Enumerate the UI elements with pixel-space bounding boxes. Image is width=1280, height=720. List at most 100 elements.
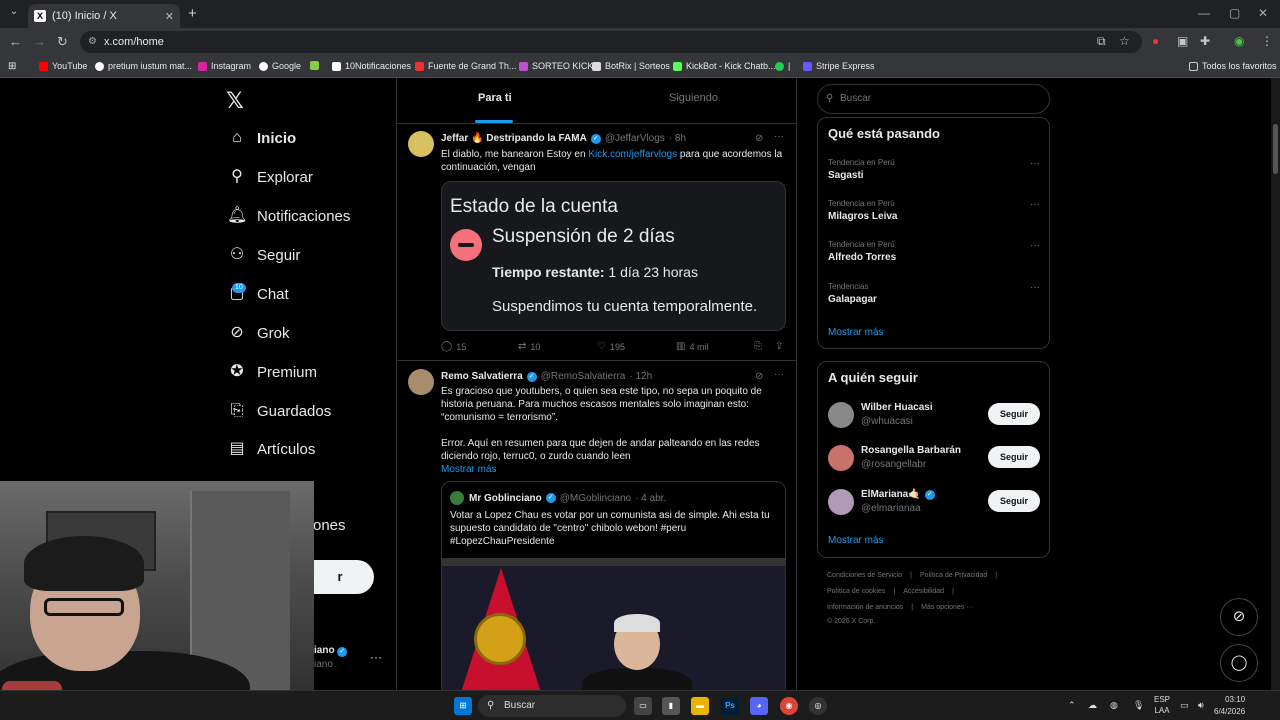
- page-scrollbar[interactable]: [1271, 78, 1280, 690]
- footer-more-options[interactable]: Más opciones ···: [921, 604, 973, 611]
- follow-name[interactable]: Rosangella Barbarán: [861, 445, 961, 456]
- chrome-icon[interactable]: ◉: [780, 697, 798, 715]
- close-window-icon[interactable]: ✕: [1258, 6, 1268, 20]
- nav-home[interactable]: ⌂ Inicio: [227, 128, 296, 148]
- trend-more-icon[interactable]: ···: [1030, 158, 1040, 169]
- footer-cookies[interactable]: Política de cookies: [827, 588, 885, 595]
- post-author-handle[interactable]: @RemoSalvatierra: [541, 371, 626, 382]
- forward-icon[interactable]: →: [33, 34, 46, 49]
- post-image-suspension[interactable]: Estado de la cuenta Suspensión de 2 días…: [441, 181, 786, 331]
- follow-suggestion[interactable]: ElMariana🤙🏻 ✓ @elmarianaa Seguir: [828, 487, 1040, 517]
- bookmark-botrix[interactable]: BotRix | Sorteos: [592, 61, 670, 71]
- apps-grid-icon[interactable]: ⊞: [8, 61, 16, 72]
- reload-icon[interactable]: ↻: [57, 34, 68, 50]
- extension-icon[interactable]: ▣: [1177, 34, 1188, 48]
- nav-grok[interactable]: ⊘ Grok: [227, 323, 289, 343]
- post-remo[interactable]: Remo Salvatierra ✓ @RemoSalvatierra · 12…: [397, 361, 796, 690]
- app-icon[interactable]: ▮: [662, 697, 680, 715]
- tray-chevron-icon[interactable]: ⌃: [1068, 700, 1076, 711]
- quote-avatar[interactable]: [450, 491, 464, 505]
- kick-link[interactable]: Kick.com/jeffarvlogs: [588, 149, 677, 160]
- post-more-icon[interactable]: ···: [774, 369, 784, 380]
- extensions-puzzle-icon[interactable]: ✚: [1200, 34, 1210, 48]
- bookmark-pretium[interactable]: pretium iustum mat...: [95, 61, 192, 71]
- trend-more-icon[interactable]: ···: [1030, 199, 1040, 210]
- bookmark-google[interactable]: Google: [259, 61, 301, 71]
- footer-privacy[interactable]: Política de Privacidad: [920, 572, 987, 579]
- bookmark-fuente[interactable]: Fuente de Grand Th...: [415, 61, 516, 71]
- tray-app-icon[interactable]: ◍: [1110, 700, 1118, 711]
- trend-item[interactable]: Tendencia en Perú Sagasti ···: [828, 158, 1040, 181]
- account-name[interactable]: iano ✓: [314, 645, 351, 657]
- trend-item[interactable]: Tendencias Galapagar ···: [828, 282, 1040, 305]
- bookmark-instagram[interactable]: Instagram: [198, 61, 251, 71]
- bookmark-youtube[interactable]: YouTube: [39, 61, 87, 71]
- follow-suggestion[interactable]: Rosangella Barbarán @rosangellabr Seguir: [828, 443, 1040, 473]
- nav-notifications[interactable]: 🔔︎ Notificaciones: [227, 206, 350, 226]
- grok-fab-icon[interactable]: ⊘: [1220, 598, 1258, 636]
- quote-author-name[interactable]: Mr Goblinciano: [469, 493, 542, 504]
- avatar[interactable]: [828, 445, 854, 471]
- task-view-icon[interactable]: ▭: [634, 697, 652, 715]
- reply-button[interactable]: ◯ 15: [441, 341, 466, 352]
- x-logo-icon[interactable]: 𝕏: [226, 88, 244, 114]
- scrollbar-thumb[interactable]: [1273, 124, 1278, 174]
- footer-ads-info[interactable]: Información de anuncios: [827, 604, 903, 611]
- trend-more-icon[interactable]: ···: [1030, 240, 1040, 251]
- trend-more-icon[interactable]: ···: [1030, 282, 1040, 293]
- quote-video[interactable]: [442, 558, 785, 690]
- nav-follow[interactable]: ⚇ Seguir: [227, 245, 301, 265]
- post-more-icon[interactable]: ···: [774, 131, 784, 142]
- discord-icon[interactable]: ◕: [750, 697, 768, 715]
- avatar[interactable]: [828, 489, 854, 515]
- footer-accessibility[interactable]: Accesibilidad: [903, 588, 944, 595]
- grok-post-icon[interactable]: ⊘: [755, 371, 763, 382]
- photoshop-icon[interactable]: Ps: [721, 697, 739, 715]
- trends-show-more[interactable]: Mostrar más: [828, 327, 884, 338]
- follow-button[interactable]: Seguir: [988, 403, 1040, 425]
- extension-red-icon[interactable]: ●: [1152, 34, 1159, 48]
- bookmark-star-icon[interactable]: ☆: [1119, 34, 1130, 48]
- tray-mic-icon[interactable]: 🎙︎: [1133, 700, 1144, 711]
- new-tab-icon[interactable]: +: [188, 5, 197, 22]
- back-icon[interactable]: ←: [9, 34, 22, 49]
- all-bookmarks[interactable]: Todos los favoritos: [1189, 61, 1277, 71]
- account-more-icon[interactable]: ···: [370, 650, 382, 664]
- quoted-post[interactable]: Mr Goblinciano ✓ @MGoblinciano · 4 abr. …: [441, 481, 786, 690]
- bookmark-stripe[interactable]: Stripe Express: [803, 61, 875, 71]
- footer-terms[interactable]: Condiciones de Servicio: [827, 572, 902, 579]
- tab-search-icon[interactable]: ⌄: [6, 6, 22, 22]
- bookmark-kickbot[interactable]: KickBot - Kick Chatb...: [673, 61, 776, 71]
- clock[interactable]: 03:10 6/4/2026: [1214, 694, 1245, 718]
- nav-bookmarks[interactable]: ⎘ Guardados: [227, 401, 332, 421]
- avatar[interactable]: [408, 369, 434, 395]
- nav-explore[interactable]: ⚲ Explorar: [227, 167, 313, 187]
- address-bar[interactable]: ⚙ x.com/home: [80, 31, 1142, 53]
- network-icon[interactable]: ▭: [1180, 700, 1189, 711]
- follow-name[interactable]: ElMariana🤙🏻 ✓: [861, 489, 939, 500]
- follow-show-more[interactable]: Mostrar más: [828, 535, 884, 546]
- browser-menu-icon[interactable]: ⋮: [1261, 34, 1273, 48]
- post-author-name[interactable]: Remo Salvatierra: [441, 371, 523, 382]
- bookmark-sorteo-kick[interactable]: SORTEO KICK: [519, 61, 593, 71]
- nav-articles[interactable]: ▤ Artículos: [227, 439, 315, 459]
- volume-icon[interactable]: 🔊︎: [1198, 700, 1204, 711]
- repost-button[interactable]: ⇄ 10: [518, 341, 540, 352]
- grok-post-icon[interactable]: ⊘: [755, 133, 763, 144]
- nav-premium[interactable]: ✪ Premium: [227, 362, 317, 382]
- trend-item[interactable]: Tendencia en Perú Alfredo Torres ···: [828, 240, 1040, 263]
- profile-avatar-icon[interactable]: ◉: [1234, 34, 1244, 48]
- show-more-link[interactable]: Mostrar más: [441, 463, 497, 476]
- site-info-icon[interactable]: ⚙: [88, 31, 97, 53]
- like-button[interactable]: ♡ 195: [597, 341, 625, 352]
- post-jeffar[interactable]: Jeffar 🔥 Destripando la FAMA ✓ @JeffarVl…: [397, 125, 796, 360]
- follow-button[interactable]: Seguir: [988, 446, 1040, 468]
- tray-cloud-icon[interactable]: ☁: [1088, 700, 1097, 711]
- bookmark-button[interactable]: ⎘: [754, 341, 766, 352]
- minimize-icon[interactable]: —: [1198, 6, 1210, 20]
- follow-button[interactable]: Seguir: [988, 490, 1040, 512]
- messages-fab-icon[interactable]: ◯: [1220, 644, 1258, 682]
- close-tab-icon[interactable]: ✕: [165, 10, 174, 23]
- follow-name[interactable]: Wilber Huacasi: [861, 402, 933, 413]
- avatar[interactable]: [828, 402, 854, 428]
